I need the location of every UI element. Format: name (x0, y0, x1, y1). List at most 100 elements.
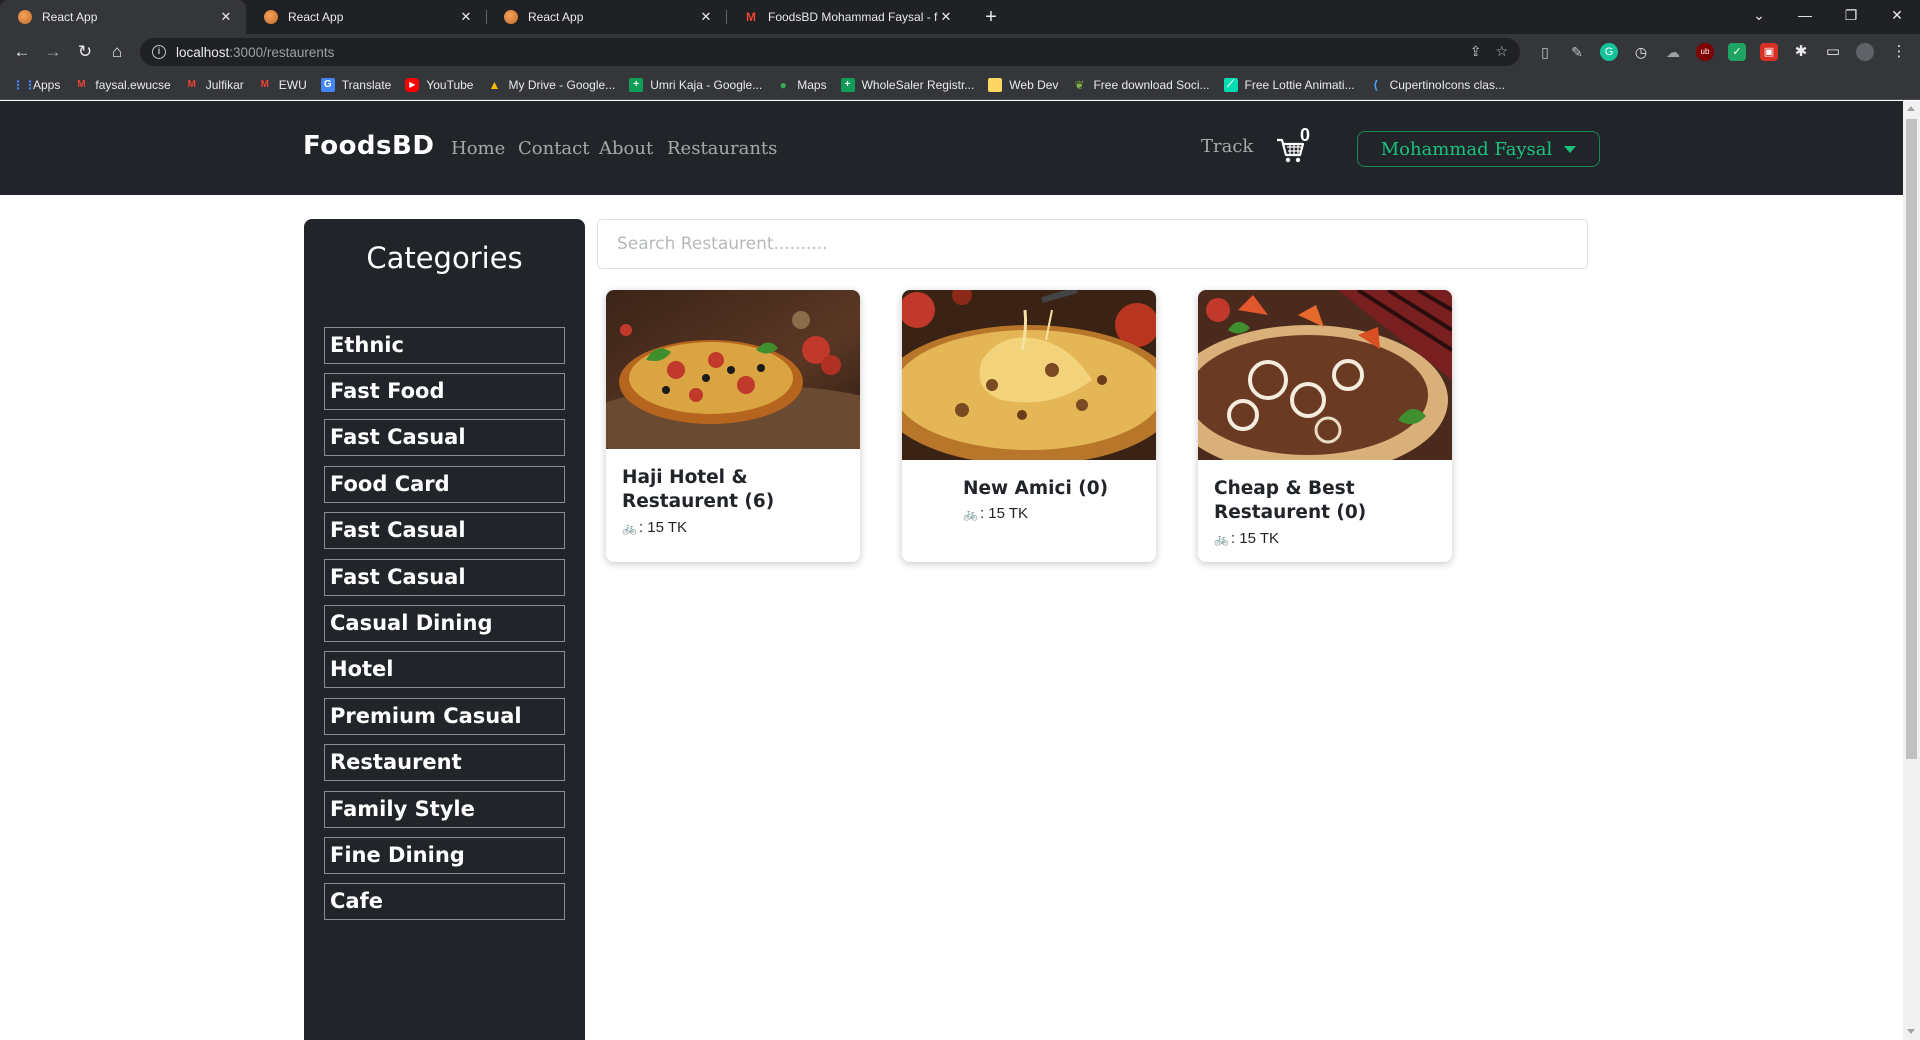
site-info-icon[interactable]: i (152, 45, 166, 59)
user-dropdown-button[interactable]: Mohammad Faysal (1357, 131, 1600, 167)
brand-logo[interactable]: FoodsBD (303, 131, 434, 161)
grammarly-extension-icon[interactable]: G (1600, 43, 1618, 61)
category-restaurent[interactable]: Restaurent (324, 744, 565, 781)
browser-tab-2[interactable]: React App ✕ (246, 0, 486, 34)
scrollbar-thumb[interactable] (1906, 119, 1917, 759)
bookmark-gmail-3[interactable]: M EWU (258, 78, 307, 92)
close-tab-icon[interactable]: ✕ (938, 9, 954, 25)
category-fast-casual[interactable]: Fast Casual (324, 512, 565, 549)
bookmark-label: Apps (33, 77, 61, 92)
close-window-button[interactable]: ✕ (1874, 0, 1920, 30)
restore-button[interactable]: ❐ (1828, 0, 1874, 30)
flutter-icon: ⟨ (1372, 77, 1379, 92)
phone-extension-icon[interactable]: ▯ (1536, 43, 1554, 61)
category-food-card[interactable]: Food Card (324, 466, 565, 503)
bookmark-flutter[interactable]: ⟨ CupertinoIcons clas... (1369, 78, 1505, 92)
ublock-extension-icon[interactable]: ub (1696, 43, 1714, 61)
category-fast-food[interactable]: Fast Food (324, 373, 565, 410)
bookmark-gmail-1[interactable]: Mfaysal.ewucse (74, 77, 171, 92)
home-icon[interactable]: ⌂ (105, 40, 129, 64)
gmail-icon: M (77, 78, 86, 90)
page-scrollbar[interactable] (1903, 101, 1920, 1040)
clock-extension-icon[interactable]: ◷ (1632, 43, 1650, 61)
cheesy-pizza-image (902, 290, 1156, 460)
profile-avatar-icon[interactable] (1856, 43, 1874, 61)
new-tab-button[interactable]: + (978, 4, 1004, 30)
delivery-bike-icon: 🚲 (963, 506, 978, 521)
track-link[interactable]: Track (1201, 136, 1253, 157)
restaurant-price: 🚲 : 15 TK (1214, 530, 1279, 547)
browser-tab-1[interactable]: React App ✕ (0, 0, 246, 34)
bookmark-gmail-2[interactable]: M Julfikar (185, 78, 244, 92)
forward-arrow-icon[interactable]: → (41, 40, 65, 64)
gift-extension-icon[interactable]: ▣ (1760, 43, 1778, 61)
bookmark-star-icon[interactable]: ☆ (1495, 43, 1508, 60)
bookmark-folder-webdev[interactable]: Web Dev (988, 77, 1058, 92)
category-fast-casual[interactable]: Fast Casual (324, 419, 565, 456)
bookmark-apps[interactable]: ⋮⋮ Apps (12, 78, 60, 92)
bookmark-translate[interactable]: G Translate (320, 77, 391, 92)
minimize-button[interactable]: — (1782, 0, 1828, 30)
restaurant-card[interactable]: Cheap & Best Restaurent (0) 🚲 : 15 TK (1198, 290, 1452, 562)
extensions-puzzle-icon[interactable]: ✱ (1792, 43, 1810, 61)
bookmark-label: CupertinoIcons clas... (1389, 77, 1505, 92)
share-icon[interactable]: ⇪ (1470, 43, 1482, 60)
category-ethnic[interactable]: Ethnic (324, 327, 565, 364)
scroll-up-arrow-icon[interactable] (1907, 106, 1915, 111)
nav-contact-link[interactable]: Contact (518, 138, 589, 159)
youtube-icon: ▶ (405, 77, 420, 92)
menu-dots-icon[interactable]: ⋮ (1890, 43, 1908, 61)
delivery-bike-icon: 🚲 (1214, 531, 1229, 546)
browser-tab-4[interactable]: M FoodsBD Mohammad Faysal - fa ✕ (726, 0, 966, 34)
restaurant-name: New Amici (0) (963, 478, 1109, 499)
bookmark-sheets-2[interactable]: + WholeSaler Registr... (840, 77, 974, 92)
pen-extension-icon[interactable]: ✎ (1568, 43, 1586, 61)
category-premium-casual[interactable]: Premium Casual (324, 698, 565, 735)
category-hotel[interactable]: Hotel (324, 651, 565, 688)
page-viewport: FoodsBD Home Contact About Restaurants T… (0, 101, 1903, 1040)
back-arrow-icon[interactable]: ← (10, 40, 34, 64)
category-fast-casual[interactable]: Fast Casual (324, 559, 565, 596)
nav-restaurants-link[interactable]: Restaurants (667, 138, 777, 159)
bookmark-drive[interactable]: ▲ My Drive - Google... (487, 78, 616, 92)
category-casual-dining[interactable]: Casual Dining (324, 605, 565, 642)
address-bar[interactable]: i localhost:3000/restaurents ⇪ ☆ (140, 38, 1520, 66)
category-fine-dining[interactable]: Fine Dining (324, 837, 565, 874)
nav-about-link[interactable]: About (599, 138, 653, 159)
reload-icon[interactable]: ↻ (73, 40, 97, 64)
bookmark-label: faysal.ewucse (95, 77, 171, 92)
close-tab-icon[interactable]: ✕ (698, 9, 714, 25)
site-navbar: FoodsBD Home Contact About Restaurants T… (0, 101, 1903, 195)
leaf-icon: ❦ (1074, 77, 1085, 92)
category-family-style[interactable]: Family Style (324, 791, 565, 828)
restaurant-card[interactable]: New Amici (0) 🚲 : 15 TK (902, 290, 1156, 562)
shield-extension-icon[interactable]: ✓ (1728, 43, 1746, 61)
browser-tab-3[interactable]: React App ✕ (486, 0, 726, 34)
bookmark-youtube[interactable]: ▶ YouTube (405, 77, 473, 92)
bookmark-social[interactable]: ❦ Free download Soci... (1072, 78, 1209, 92)
delivery-bike-icon: 🚲 (622, 520, 637, 535)
tab-search-icon[interactable]: ⌄ (1736, 0, 1782, 30)
scroll-down-arrow-icon[interactable] (1907, 1029, 1915, 1034)
bookmark-label: Julfikar (205, 77, 244, 92)
gmail-icon: M (260, 78, 269, 90)
price-text: : 15 TK (979, 505, 1029, 522)
close-tab-icon[interactable]: ✕ (218, 9, 234, 25)
side-panel-icon[interactable]: ▭ (1824, 43, 1842, 61)
price-text: : 15 TK (638, 519, 688, 536)
category-cafe[interactable]: Cafe (324, 883, 565, 920)
react-app-favicon-icon (504, 10, 518, 24)
bookmark-label: Maps (797, 77, 827, 92)
bookmark-sheets-1[interactable]: + Umri Kaja - Google... (629, 77, 762, 92)
bookmarks-bar: ⋮⋮ Apps Mfaysal.ewucse M Julfikar M EWU G Tr… (0, 70, 1920, 100)
close-tab-icon[interactable]: ✕ (458, 9, 474, 25)
bookmark-label: Free Lottie Animati... (1244, 77, 1355, 92)
bookmark-maps[interactable]: ● Maps (776, 77, 827, 92)
restaurant-price: 🚲 : 15 TK (622, 519, 687, 536)
cloud-extension-icon[interactable]: ☁ (1664, 43, 1682, 61)
nav-home-link[interactable]: Home (451, 138, 505, 159)
restaurant-card[interactable]: Haji Hotel & Restaurent (6) 🚲 : 15 TK (606, 290, 860, 562)
gmail-icon: M (187, 78, 196, 90)
restaurant-search-input[interactable] (597, 219, 1588, 269)
bookmark-lottie[interactable]: ⟋ Free Lottie Animati... (1223, 77, 1355, 92)
